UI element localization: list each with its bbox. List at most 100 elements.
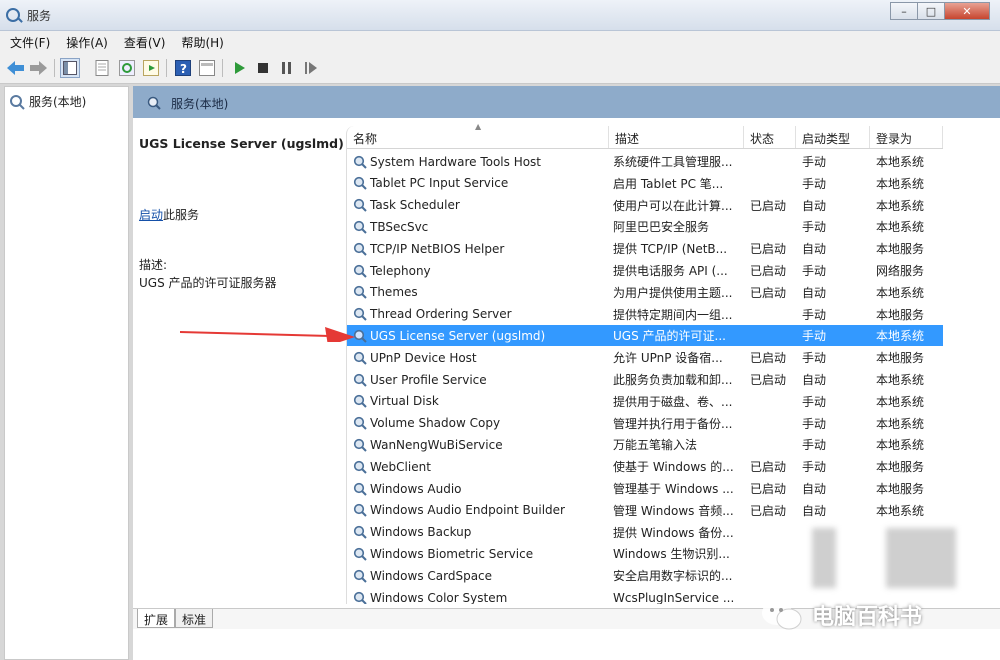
service-status-cell: 已启动 — [750, 264, 787, 278]
stop-service-icon[interactable] — [253, 58, 273, 78]
service-startup-type-cell: 自动 — [802, 482, 827, 496]
service-description-cell: 允许 UPnP 设备宿... — [613, 351, 723, 366]
service-name: Windows Color System — [370, 590, 508, 605]
watermark-text: 电脑百科书 — [812, 605, 923, 630]
restart-service-icon[interactable] — [301, 58, 321, 78]
properties-sheet-icon[interactable] — [92, 58, 112, 78]
service-name: System Hardware Tools Host — [370, 154, 542, 169]
service-name-cell: Windows Biometric Service — [347, 547, 609, 561]
start-service-link[interactable]: 启动 — [139, 208, 163, 222]
console-view-icon[interactable] — [197, 58, 217, 78]
service-name-cell: Thread Ordering Server — [347, 307, 609, 321]
service-name-cell: TBSecSvc — [347, 220, 609, 234]
service-status-cell: 已启动 — [750, 482, 787, 496]
pause-service-icon[interactable] — [277, 58, 297, 78]
service-row[interactable]: Thread Ordering Server 提供特定期间内一组... 手动 本地服务 — [347, 304, 943, 325]
menu-view[interactable]: 查看(V) — [114, 34, 172, 51]
menu-action[interactable]: 操作(A) — [56, 34, 114, 51]
column-header-description[interactable]: 描述 — [609, 126, 744, 148]
close-button[interactable]: ✕ — [944, 2, 990, 20]
start-service-icon[interactable] — [229, 58, 249, 78]
services-app-icon — [6, 8, 20, 22]
service-row[interactable]: Windows CardSpace 安全启用数字标识的... — [347, 565, 943, 586]
service-description-cell: 此服务负责加载和卸... — [613, 373, 733, 387]
service-row[interactable]: UPnP Device Host 允许 UPnP 设备宿... 已启动 手动 本地服务 — [347, 347, 943, 368]
forward-arrow-icon[interactable] — [29, 58, 49, 78]
show-hide-tree-icon[interactable] — [60, 58, 80, 78]
export-list-icon[interactable] — [141, 58, 161, 78]
service-name: Telephony — [370, 263, 431, 278]
service-row[interactable]: TCP/IP NetBIOS Helper 提供 TCP/IP (NetB... 已… — [347, 238, 943, 259]
service-name: Windows Backup — [370, 525, 472, 540]
help-icon[interactable]: ? — [173, 58, 193, 78]
service-logon-cell: 网络服务 — [876, 264, 925, 278]
service-name-cell: Windows Color System — [347, 590, 609, 605]
service-name: TCP/IP NetBIOS Helper — [370, 241, 505, 256]
service-row[interactable]: Tablet PC Input Service 启用 Tablet PC 笔...… — [347, 173, 943, 194]
service-status-cell: 已启动 — [750, 460, 787, 475]
service-name-cell: Virtual Disk — [347, 394, 609, 408]
column-header-logon-as[interactable]: 登录为 — [870, 126, 943, 148]
service-description-cell: 使用户可以在此计算... — [613, 198, 733, 213]
menu-file[interactable]: 文件(F) — [0, 34, 56, 51]
service-row[interactable]: WanNengWuBiService 万能五笔输入法 手动 本地系统 — [347, 434, 943, 455]
service-row[interactable]: TBSecSvc 阿里巴巴安全服务 手动 本地系统 — [347, 216, 943, 237]
service-row[interactable]: Task Scheduler 使用户可以在此计算... 已启动 自动 本地系统 — [347, 195, 943, 216]
service-logon-cell: 本地系统 — [876, 220, 925, 235]
service-gear-icon — [353, 242, 367, 256]
service-description-cell: 阿里巴巴安全服务 — [613, 220, 710, 235]
menu-help[interactable]: 帮助(H) — [171, 34, 229, 51]
service-row[interactable]: UGS License Server (ugslmd) UGS 产品的许可证...… — [347, 325, 943, 347]
service-description-cell: 管理 Windows 音频... — [613, 503, 734, 518]
service-name: Windows Audio Endpoint Builder — [370, 503, 565, 518]
tab-standard[interactable]: 标准 — [175, 609, 214, 628]
service-startup-type-cell: 手动 — [802, 416, 827, 431]
service-status-cell: 已启动 — [750, 503, 787, 518]
service-row[interactable]: Windows Biometric Service Windows 生物识别... — [347, 543, 943, 564]
service-logon-cell: 本地系统 — [876, 176, 925, 191]
service-row[interactable]: Windows Audio Endpoint Builder 管理 Windows… — [347, 500, 943, 521]
minimize-button[interactable]: – — [890, 2, 917, 20]
service-logon-cell: 本地系统 — [876, 438, 925, 453]
service-gear-icon — [353, 438, 367, 452]
service-startup-type-cell: 手动 — [802, 307, 827, 322]
services-gear-icon — [147, 96, 161, 110]
tab-extended[interactable]: 扩展 — [137, 609, 176, 628]
service-status-cell: 已启动 — [750, 198, 787, 213]
service-row[interactable]: User Profile Service 此服务负责加载和卸... 已启动 自动 本地系… — [347, 369, 943, 390]
service-gear-icon — [353, 177, 367, 191]
tree-item-services-local[interactable]: 服务(本地) — [9, 93, 86, 110]
services-list: 名称 ▲ 描述 状态 启动类型 登录为 System Hardware Tools… — [346, 122, 943, 605]
service-gear-icon — [353, 482, 367, 496]
service-row[interactable]: Telephony 提供电话服务 API (... 已启动 手动 网络服务 — [347, 260, 943, 281]
service-logon-cell: 本地服务 — [876, 460, 925, 475]
back-arrow-icon[interactable] — [6, 58, 26, 78]
service-startup-type-cell: 手动 — [802, 176, 827, 191]
service-startup-type-cell: 手动 — [802, 220, 827, 235]
service-description-cell: 提供电话服务 API (... — [613, 264, 728, 278]
service-description-cell: 为用户提供使用主题... — [613, 285, 733, 300]
service-row[interactable]: Windows Audio 管理基于 Windows ... 已启动 自动 本地服务 — [347, 478, 943, 499]
service-name-cell: Windows Backup — [347, 525, 609, 539]
column-header-status[interactable]: 状态 — [744, 126, 796, 148]
service-name-cell: Tablet PC Input Service — [347, 176, 609, 190]
service-name-cell: WebClient — [347, 460, 609, 474]
service-row[interactable]: Windows Backup 提供 Windows 备份... — [347, 522, 943, 543]
service-row[interactable]: System Hardware Tools Host 系统硬件工具管理服... 手动… — [347, 151, 943, 172]
service-row[interactable]: Virtual Disk 提供用于磁盘、卷、... 手动 本地系统 — [347, 391, 943, 412]
service-status-cell: 已启动 — [750, 351, 787, 366]
service-gear-icon — [353, 504, 367, 518]
refresh-icon[interactable] — [117, 58, 137, 78]
service-row[interactable]: Volume Shadow Copy 管理并执行用于备份... 手动 本地系统 — [347, 413, 943, 434]
maximize-button[interactable]: □ — [917, 2, 944, 20]
service-row[interactable]: WebClient 使基于 Windows 的... 已启动 手动 本地服务 — [347, 456, 943, 477]
service-startup-type-cell: 自动 — [802, 242, 827, 257]
window-title: 服务 — [27, 9, 52, 23]
description-value: UGS 产品的许可证服务器 — [139, 276, 277, 290]
service-gear-icon — [353, 525, 367, 539]
detail-service-name: UGS License Server (ugslmd) — [139, 136, 344, 151]
column-header-startup-type[interactable]: 启动类型 — [796, 126, 870, 148]
column-header-name[interactable]: 名称 ▲ — [347, 122, 609, 148]
service-row[interactable]: Themes 为用户提供使用主题... 已启动 自动 本地系统 — [347, 282, 943, 303]
service-gear-icon — [353, 395, 367, 409]
